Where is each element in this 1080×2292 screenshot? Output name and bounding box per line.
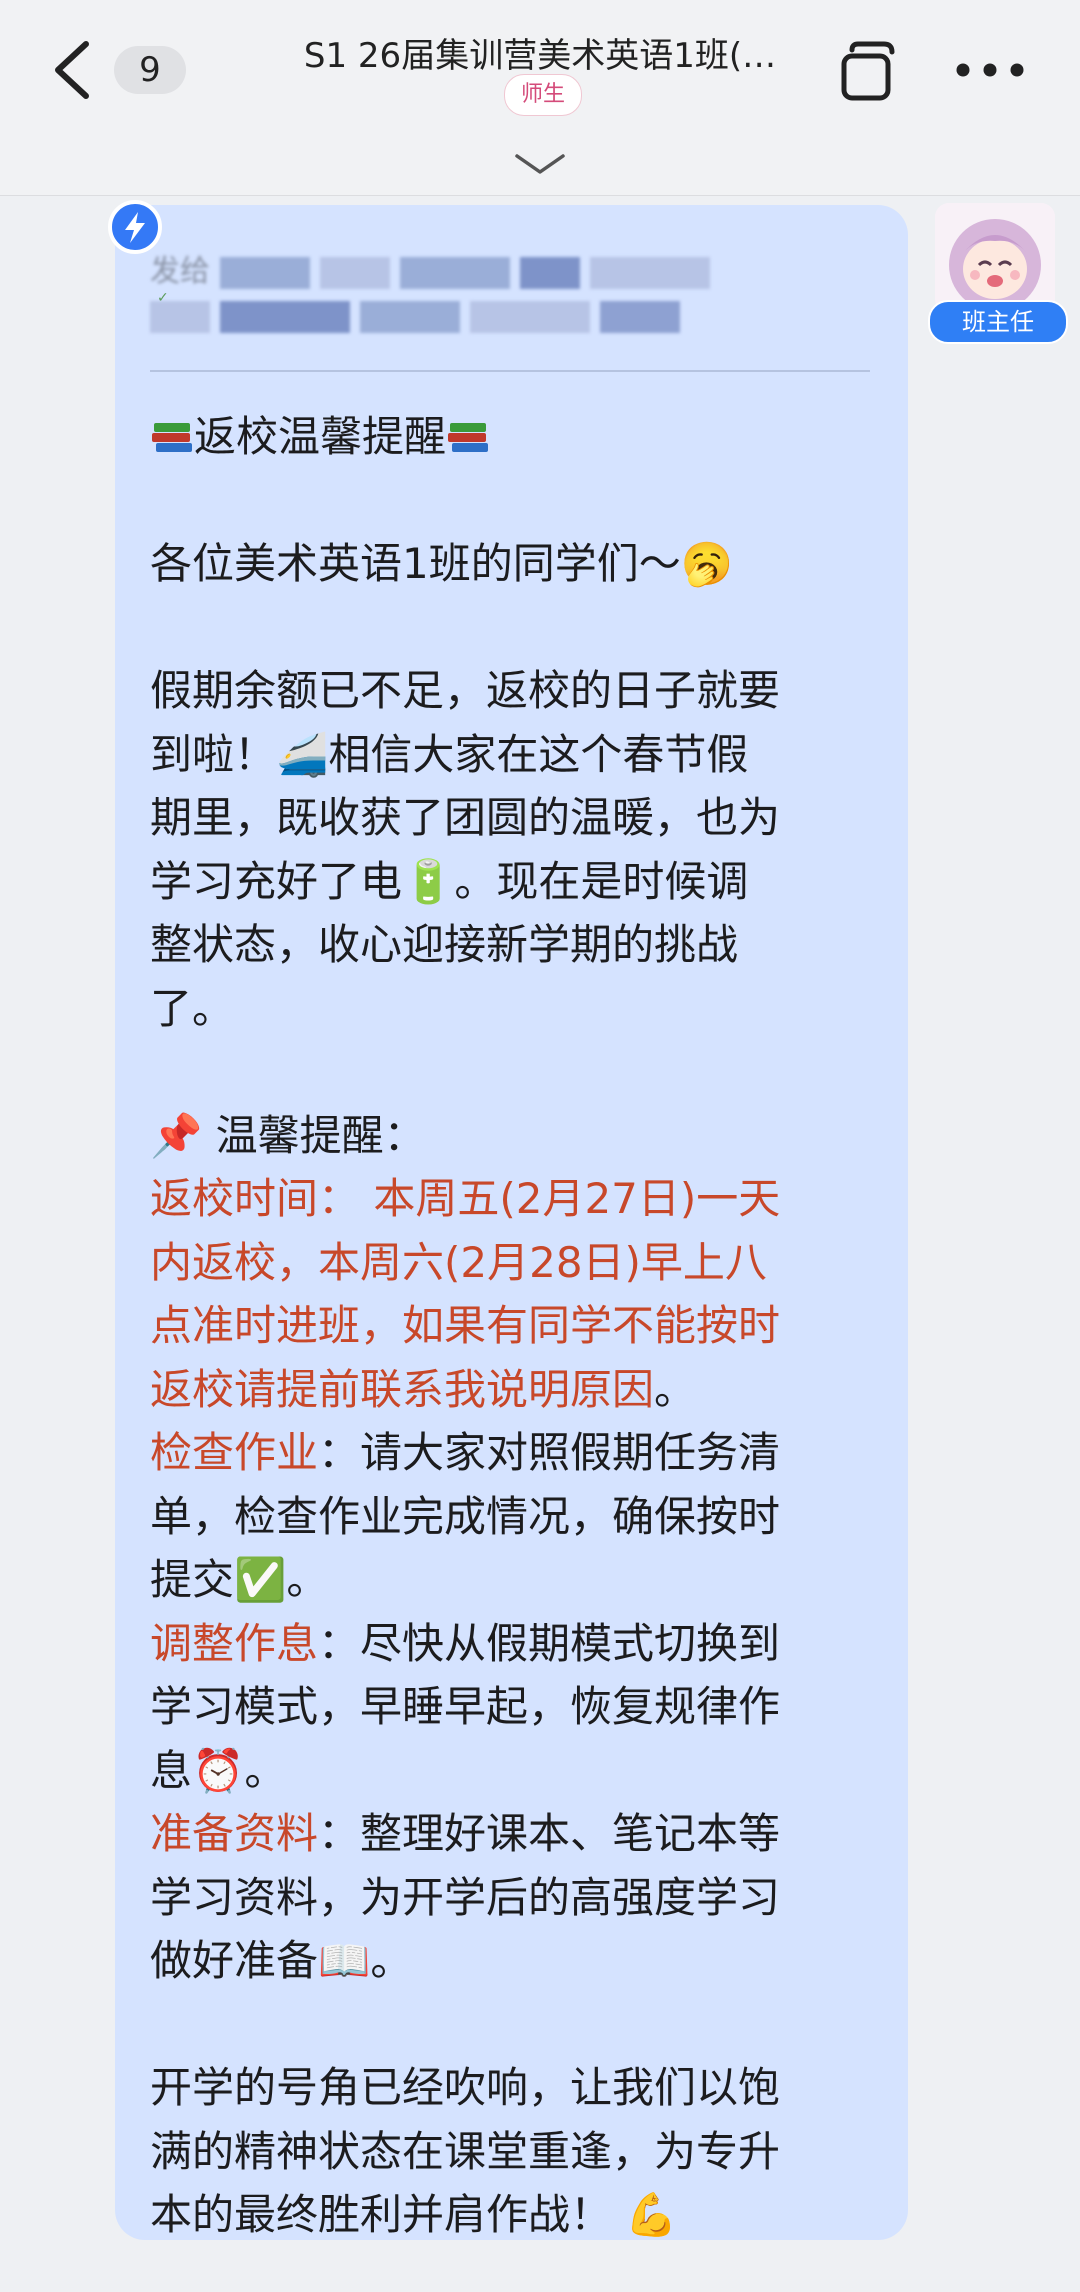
flexed-bicep-emoji-icon: 💪 (625, 2190, 678, 2239)
recipients-label: 发给 (150, 254, 210, 289)
tip-return-time: 返校时间： 本周五(2月27日)一天 (150, 1174, 781, 1223)
redacted-name (219, 256, 310, 289)
tip-label: 准备资料 (150, 1809, 319, 1858)
tip-text: 学习资料，为开学后的高强度学习 (150, 1872, 781, 1922)
check-emoji-icon: ✅ (234, 1555, 287, 1604)
chevron-down-icon[interactable] (513, 150, 567, 178)
tip-text: 做好准备 (150, 1936, 319, 1985)
heading-line: 返校温馨提醒 (150, 405, 880, 469)
chat-title[interactable]: S1 26届集训营美术英语1班(… (250, 28, 830, 77)
message-heading: 返校温馨提醒 (194, 412, 447, 461)
tip-return-time: 。 (654, 1364, 697, 1414)
closing-text: 满的精神状态在课堂重逢，为专升 (150, 2126, 781, 2176)
tips-title: 温馨提醒： (215, 1110, 426, 1160)
books-icon (448, 423, 489, 452)
redacted-name (600, 300, 680, 333)
intro-text: 整状态，收心迎接新学期的挑战 (150, 920, 739, 969)
tip-text: 。 (286, 1555, 329, 1604)
redacted-name (220, 300, 350, 333)
tip-label: 检查作业 (150, 1428, 319, 1477)
intro-text: 到啦！ (150, 729, 277, 779)
sender-avatar[interactable] (935, 203, 1055, 313)
chat-header: 9 S1 26届集训营美术英语1班(… 师生 (0, 0, 1080, 196)
divider (150, 370, 870, 372)
redacted-name (399, 256, 510, 289)
pin-emoji-icon: 📌 (150, 1110, 203, 1160)
redacted-name (360, 300, 460, 333)
copy-icon[interactable] (840, 40, 896, 102)
closing-text: 开学的号角已经吹响，让我们以饱 (150, 2063, 781, 2112)
intro-text: 。现在是时候调 (454, 856, 749, 906)
tip-return-time: 返校请提前联系我说明原因 (150, 1364, 655, 1414)
sender-role-badge: 班主任 (928, 300, 1068, 344)
tip-text: ：请大家对照假期任务清 (318, 1428, 781, 1477)
tip-text: 。 (370, 1936, 413, 1985)
tip-return-time: 点准时进班，如果有同学不能按时 (150, 1301, 781, 1350)
redacted-name (319, 256, 390, 289)
tip-text: 单，检查作业完成情况，确保按时 (150, 1491, 781, 1541)
greeting-line: 各位美术英语1班的同学们～🥱 (150, 532, 880, 596)
tip-return-time: 内返校，本周六(2月28日)早上八 (150, 1237, 767, 1287)
tip-text: ：尽快从假期模式切换到 (318, 1618, 781, 1668)
read-check-icon: ✓ (157, 290, 169, 306)
intro-text: 相信大家在这个春节假 (328, 729, 749, 779)
pensive-emoji-icon: 🥱 (680, 539, 734, 588)
tip-text: 提交 (150, 1555, 235, 1604)
tip-text: 学习模式，早睡早起，恢复规律作 (150, 1682, 781, 1731)
tip-text: 。 (244, 1745, 287, 1795)
battery-emoji-icon: 🔋 (402, 856, 455, 906)
closing-text: 本的最终胜利并肩作战！ (150, 2190, 613, 2239)
book-emoji-icon: 📖 (318, 1936, 371, 1985)
flash-icon (108, 200, 162, 254)
more-options-icon[interactable] (955, 62, 1025, 78)
redacted-name (470, 300, 590, 333)
recipients-line[interactable]: 发给 (150, 250, 860, 338)
message-body: 返校温馨提醒 各位美术英语1班的同学们～🥱 假期余额已不足，返校的日子就要 到啦… (150, 405, 880, 2247)
back-arrow-icon[interactable] (48, 38, 98, 102)
intro-text: 了。 (150, 983, 235, 1033)
redacted-name (589, 256, 710, 289)
books-icon (152, 423, 192, 452)
role-tag: 师生 (504, 74, 582, 116)
intro-text: 期里，既收获了团圆的温暖，也为 (150, 793, 781, 842)
unread-count-badge[interactable]: 9 (114, 46, 186, 94)
tip-text: 息 (150, 1745, 193, 1795)
tip-text: ：整理好课本、笔记本等 (318, 1809, 781, 1858)
intro-text: 假期余额已不足，返校的日子就要 (150, 666, 781, 715)
intro-text: 学习充好了电 (150, 856, 403, 906)
redacted-name (519, 256, 580, 289)
greeting-text: 各位美术英语1班的同学们～ (150, 539, 681, 588)
tip-label: 调整作息 (150, 1618, 319, 1668)
train-emoji-icon: 🚄 (276, 729, 329, 779)
alarm-clock-emoji-icon: ⏰ (192, 1745, 245, 1795)
